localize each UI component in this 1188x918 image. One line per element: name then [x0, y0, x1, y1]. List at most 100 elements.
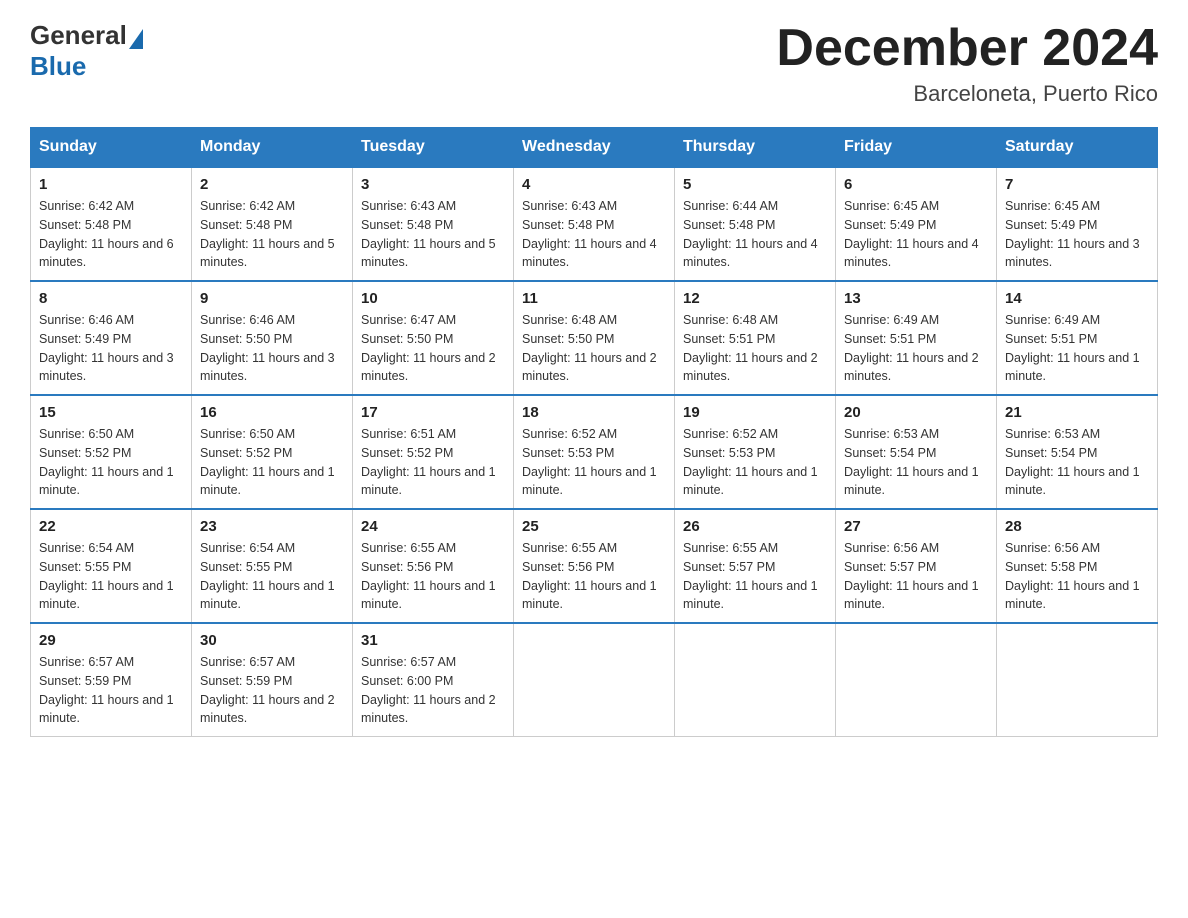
day-info: Sunrise: 6:49 AM Sunset: 5:51 PM Dayligh…	[1005, 311, 1149, 386]
day-number: 23	[200, 518, 344, 535]
weekday-header-wednesday: Wednesday	[514, 128, 675, 168]
day-number: 3	[361, 176, 505, 193]
day-cell: 12 Sunrise: 6:48 AM Sunset: 5:51 PM Dayl…	[675, 281, 836, 395]
day-cell: 9 Sunrise: 6:46 AM Sunset: 5:50 PM Dayli…	[192, 281, 353, 395]
day-number: 5	[683, 176, 827, 193]
day-cell	[514, 623, 675, 737]
day-info: Sunrise: 6:42 AM Sunset: 5:48 PM Dayligh…	[200, 197, 344, 272]
day-info: Sunrise: 6:44 AM Sunset: 5:48 PM Dayligh…	[683, 197, 827, 272]
day-number: 28	[1005, 518, 1149, 535]
calendar-table: SundayMondayTuesdayWednesdayThursdayFrid…	[30, 127, 1158, 737]
day-number: 25	[522, 518, 666, 535]
day-number: 21	[1005, 404, 1149, 421]
day-number: 4	[522, 176, 666, 193]
week-row-5: 29 Sunrise: 6:57 AM Sunset: 5:59 PM Dayl…	[31, 623, 1158, 737]
day-number: 18	[522, 404, 666, 421]
day-cell: 25 Sunrise: 6:55 AM Sunset: 5:56 PM Dayl…	[514, 509, 675, 623]
day-number: 14	[1005, 290, 1149, 307]
weekday-header-friday: Friday	[836, 128, 997, 168]
logo-general-text: General	[30, 20, 127, 51]
day-cell: 27 Sunrise: 6:56 AM Sunset: 5:57 PM Dayl…	[836, 509, 997, 623]
day-cell: 8 Sunrise: 6:46 AM Sunset: 5:49 PM Dayli…	[31, 281, 192, 395]
day-cell: 18 Sunrise: 6:52 AM Sunset: 5:53 PM Dayl…	[514, 395, 675, 509]
day-info: Sunrise: 6:50 AM Sunset: 5:52 PM Dayligh…	[200, 425, 344, 500]
day-info: Sunrise: 6:53 AM Sunset: 5:54 PM Dayligh…	[1005, 425, 1149, 500]
day-info: Sunrise: 6:54 AM Sunset: 5:55 PM Dayligh…	[200, 539, 344, 614]
title-area: December 2024 Barceloneta, Puerto Rico	[776, 20, 1158, 107]
day-cell: 10 Sunrise: 6:47 AM Sunset: 5:50 PM Dayl…	[353, 281, 514, 395]
day-cell: 2 Sunrise: 6:42 AM Sunset: 5:48 PM Dayli…	[192, 167, 353, 281]
day-info: Sunrise: 6:45 AM Sunset: 5:49 PM Dayligh…	[844, 197, 988, 272]
day-cell	[675, 623, 836, 737]
day-info: Sunrise: 6:52 AM Sunset: 5:53 PM Dayligh…	[683, 425, 827, 500]
day-number: 31	[361, 632, 505, 649]
week-row-1: 1 Sunrise: 6:42 AM Sunset: 5:48 PM Dayli…	[31, 167, 1158, 281]
day-cell: 26 Sunrise: 6:55 AM Sunset: 5:57 PM Dayl…	[675, 509, 836, 623]
day-number: 22	[39, 518, 183, 535]
day-cell: 4 Sunrise: 6:43 AM Sunset: 5:48 PM Dayli…	[514, 167, 675, 281]
day-number: 11	[522, 290, 666, 307]
logo: General Blue	[30, 20, 145, 82]
day-info: Sunrise: 6:56 AM Sunset: 5:58 PM Dayligh…	[1005, 539, 1149, 614]
day-number: 8	[39, 290, 183, 307]
month-title: December 2024	[776, 20, 1158, 77]
day-info: Sunrise: 6:55 AM Sunset: 5:56 PM Dayligh…	[522, 539, 666, 614]
day-number: 6	[844, 176, 988, 193]
day-number: 19	[683, 404, 827, 421]
day-cell: 22 Sunrise: 6:54 AM Sunset: 5:55 PM Dayl…	[31, 509, 192, 623]
day-cell: 7 Sunrise: 6:45 AM Sunset: 5:49 PM Dayli…	[997, 167, 1158, 281]
day-number: 30	[200, 632, 344, 649]
day-info: Sunrise: 6:57 AM Sunset: 5:59 PM Dayligh…	[39, 653, 183, 728]
day-info: Sunrise: 6:53 AM Sunset: 5:54 PM Dayligh…	[844, 425, 988, 500]
day-info: Sunrise: 6:56 AM Sunset: 5:57 PM Dayligh…	[844, 539, 988, 614]
day-number: 24	[361, 518, 505, 535]
day-cell: 14 Sunrise: 6:49 AM Sunset: 5:51 PM Dayl…	[997, 281, 1158, 395]
day-cell: 6 Sunrise: 6:45 AM Sunset: 5:49 PM Dayli…	[836, 167, 997, 281]
day-info: Sunrise: 6:55 AM Sunset: 5:56 PM Dayligh…	[361, 539, 505, 614]
day-cell: 16 Sunrise: 6:50 AM Sunset: 5:52 PM Dayl…	[192, 395, 353, 509]
day-number: 15	[39, 404, 183, 421]
day-info: Sunrise: 6:43 AM Sunset: 5:48 PM Dayligh…	[522, 197, 666, 272]
day-info: Sunrise: 6:57 AM Sunset: 5:59 PM Dayligh…	[200, 653, 344, 728]
location-title: Barceloneta, Puerto Rico	[776, 81, 1158, 107]
day-cell: 28 Sunrise: 6:56 AM Sunset: 5:58 PM Dayl…	[997, 509, 1158, 623]
day-cell: 19 Sunrise: 6:52 AM Sunset: 5:53 PM Dayl…	[675, 395, 836, 509]
day-number: 10	[361, 290, 505, 307]
day-cell: 20 Sunrise: 6:53 AM Sunset: 5:54 PM Dayl…	[836, 395, 997, 509]
day-number: 26	[683, 518, 827, 535]
header: General Blue December 2024 Barceloneta, …	[30, 20, 1158, 107]
day-info: Sunrise: 6:57 AM Sunset: 6:00 PM Dayligh…	[361, 653, 505, 728]
logo-blue-text: Blue	[30, 51, 86, 82]
day-info: Sunrise: 6:51 AM Sunset: 5:52 PM Dayligh…	[361, 425, 505, 500]
day-info: Sunrise: 6:55 AM Sunset: 5:57 PM Dayligh…	[683, 539, 827, 614]
day-info: Sunrise: 6:46 AM Sunset: 5:50 PM Dayligh…	[200, 311, 344, 386]
day-number: 1	[39, 176, 183, 193]
logo-triangle-icon	[129, 29, 143, 49]
day-info: Sunrise: 6:52 AM Sunset: 5:53 PM Dayligh…	[522, 425, 666, 500]
weekday-header-row: SundayMondayTuesdayWednesdayThursdayFrid…	[31, 128, 1158, 168]
day-cell	[997, 623, 1158, 737]
day-cell: 13 Sunrise: 6:49 AM Sunset: 5:51 PM Dayl…	[836, 281, 997, 395]
day-cell: 5 Sunrise: 6:44 AM Sunset: 5:48 PM Dayli…	[675, 167, 836, 281]
day-cell: 1 Sunrise: 6:42 AM Sunset: 5:48 PM Dayli…	[31, 167, 192, 281]
day-cell: 29 Sunrise: 6:57 AM Sunset: 5:59 PM Dayl…	[31, 623, 192, 737]
weekday-header-monday: Monday	[192, 128, 353, 168]
day-number: 2	[200, 176, 344, 193]
day-number: 9	[200, 290, 344, 307]
day-number: 20	[844, 404, 988, 421]
day-info: Sunrise: 6:42 AM Sunset: 5:48 PM Dayligh…	[39, 197, 183, 272]
weekday-header-sunday: Sunday	[31, 128, 192, 168]
day-info: Sunrise: 6:47 AM Sunset: 5:50 PM Dayligh…	[361, 311, 505, 386]
day-cell: 17 Sunrise: 6:51 AM Sunset: 5:52 PM Dayl…	[353, 395, 514, 509]
day-cell: 23 Sunrise: 6:54 AM Sunset: 5:55 PM Dayl…	[192, 509, 353, 623]
day-number: 13	[844, 290, 988, 307]
day-number: 29	[39, 632, 183, 649]
day-info: Sunrise: 6:50 AM Sunset: 5:52 PM Dayligh…	[39, 425, 183, 500]
weekday-header-thursday: Thursday	[675, 128, 836, 168]
day-cell: 3 Sunrise: 6:43 AM Sunset: 5:48 PM Dayli…	[353, 167, 514, 281]
day-info: Sunrise: 6:43 AM Sunset: 5:48 PM Dayligh…	[361, 197, 505, 272]
day-number: 16	[200, 404, 344, 421]
day-info: Sunrise: 6:45 AM Sunset: 5:49 PM Dayligh…	[1005, 197, 1149, 272]
week-row-2: 8 Sunrise: 6:46 AM Sunset: 5:49 PM Dayli…	[31, 281, 1158, 395]
weekday-header-tuesday: Tuesday	[353, 128, 514, 168]
